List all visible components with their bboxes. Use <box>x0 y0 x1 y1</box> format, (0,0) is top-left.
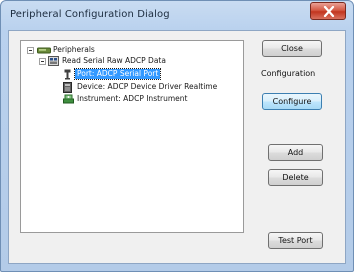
tree-node-label: Peripherals <box>53 45 95 54</box>
instrument-icon <box>63 94 74 107</box>
add-button[interactable]: Add <box>268 144 323 161</box>
tree-node-label: Device: ADCP Device Driver Realtime <box>77 82 218 91</box>
configuration-label: Configuration <box>261 69 316 78</box>
tree-node-label: Read Serial Raw ADCP Data <box>62 56 166 65</box>
collapse-toggle-icon[interactable] <box>39 58 46 65</box>
window-close-button[interactable] <box>310 2 346 20</box>
dialog-window: Peripheral Configuration Dialog Peripher… <box>0 0 354 272</box>
tree-node-label: Port: ADCP Serial Port <box>73 68 162 80</box>
configure-button[interactable]: Configure <box>262 93 322 110</box>
title-bar[interactable]: Peripheral Configuration Dialog <box>1 1 353 31</box>
window-title: Peripheral Configuration Dialog <box>10 9 170 20</box>
close-button[interactable]: Close <box>262 40 322 57</box>
tree-node-label: Instrument: ADCP Instrument <box>77 94 188 103</box>
delete-button[interactable]: Delete <box>268 169 323 186</box>
collapse-toggle-icon[interactable] <box>27 47 34 54</box>
peripherals-tree[interactable]: Peripherals Read Serial Raw ADCP Data Po… <box>20 40 244 233</box>
close-icon <box>323 6 335 17</box>
dialog-client-area: Peripherals Read Serial Raw ADCP Data Po… <box>8 30 346 264</box>
serial-port-icon <box>63 69 72 83</box>
test-port-button[interactable]: Test Port <box>268 232 323 249</box>
data-group-icon <box>48 56 59 69</box>
